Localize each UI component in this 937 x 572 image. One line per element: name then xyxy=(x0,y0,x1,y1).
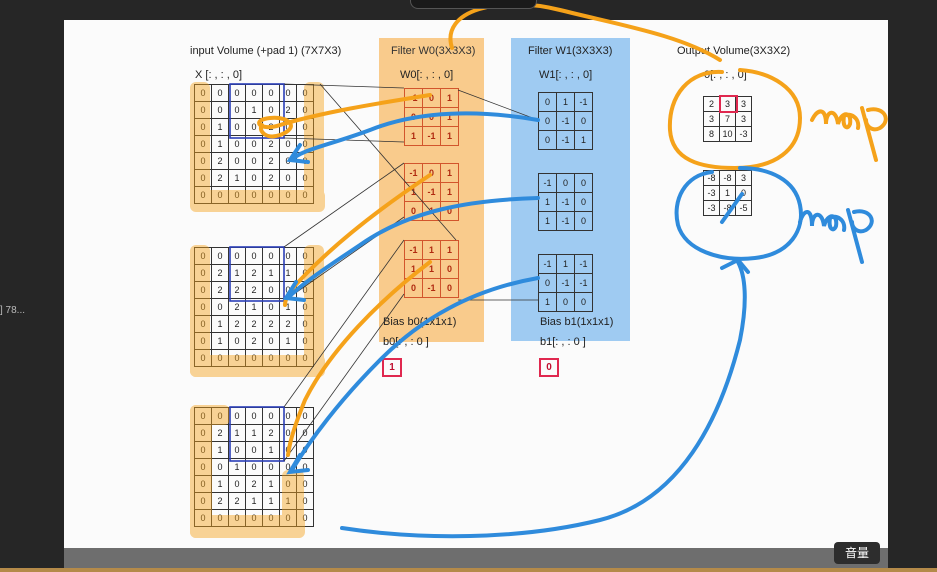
annotation-overlay xyxy=(190,2,888,539)
left-partial-text: ] 78... xyxy=(0,305,26,316)
volume-tooltip: 音量 xyxy=(834,542,880,564)
progress-strip[interactable] xyxy=(0,568,937,572)
receptive-field-boxes xyxy=(229,83,285,462)
blue-pen-strokes xyxy=(282,111,874,539)
top-dropdown-fragment[interactable] xyxy=(410,0,537,9)
output-highlight-cell xyxy=(719,95,738,113)
video-controls-bar[interactable] xyxy=(64,548,888,568)
